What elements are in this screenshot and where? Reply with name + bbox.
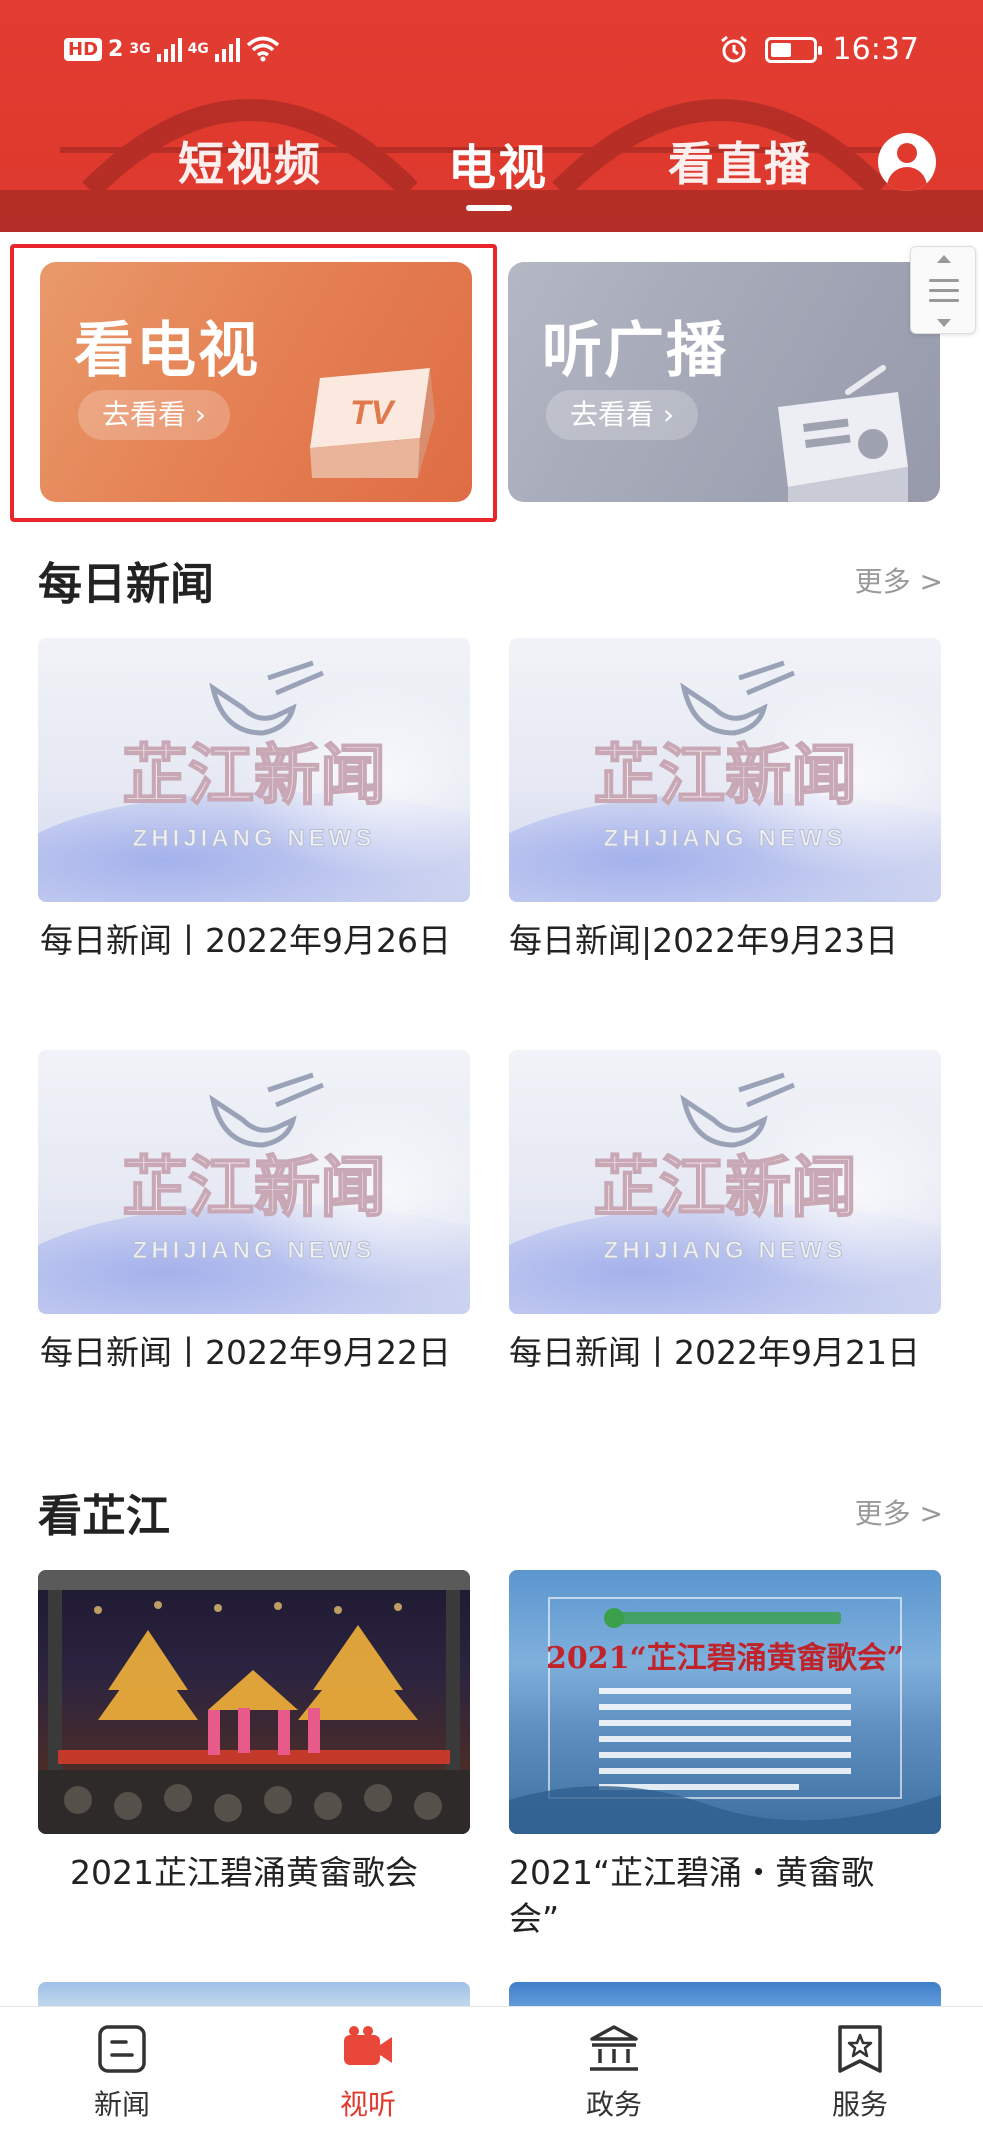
zhijiang-news-logo: 芷江新闻 ZHIJIANG NEWS <box>121 1072 387 1265</box>
zhijiang-more-link[interactable]: 更多 > <box>855 1492 943 1532</box>
news-caption[interactable]: 每日新闻|2022年9月23日 <box>509 918 909 964</box>
nav-news[interactable]: 新闻 <box>22 2007 222 2129</box>
poster-title: 2021“芷江碧涌黄畲歌会” <box>546 1641 904 1676</box>
svg-text:ZHIJIANG NEWS: ZHIJIANG NEWS <box>133 1237 376 1264</box>
nav-government[interactable]: 政务 <box>514 2007 714 2129</box>
tab-tv[interactable]: 电视 <box>448 128 548 198</box>
listen-radio-title: 听广播 <box>542 316 728 386</box>
tv-icon: TV <box>310 368 435 478</box>
news-thumbnail[interactable]: 芷江新闻 ZHIJIANG NEWS <box>38 638 470 902</box>
bottom-navigation: 新闻 视听 政务 服务 <box>0 2006 983 2129</box>
listen-radio-go-button[interactable]: 去看看 › <box>546 390 699 440</box>
svg-text:ZHIJIANG NEWS: ZHIJIANG NEWS <box>133 825 376 852</box>
news-thumbnail[interactable]: 芷江新闻 ZHIJIANG NEWS <box>509 638 941 902</box>
svg-text:ZHIJIANG NEWS: ZHIJIANG NEWS <box>604 1237 847 1264</box>
hd-indicator: HD <box>64 37 103 61</box>
song-festival-poster[interactable]: 2021“芷江碧涌黄畲歌会” <box>509 1570 941 1834</box>
network-3g-label: 3G <box>129 41 151 57</box>
app-header: HD 2 3G 4G 16:37 短视频 电视 看直播 <box>0 0 983 232</box>
zhijiang-section-title: 看芷江 <box>38 1491 170 1542</box>
active-tab-indicator <box>466 205 512 211</box>
status-bar: HD 2 3G 4G 16:37 <box>0 0 983 100</box>
clock-time: 16:37 <box>832 32 919 67</box>
news-icon <box>98 2025 146 2073</box>
svg-text:芷江新闻: 芷江新闻 <box>122 737 386 814</box>
nav-government-label: 政务 <box>585 2088 642 2121</box>
zhijiang-news-logo: 芷江新闻 ZHIJIANG NEWS <box>592 660 858 853</box>
user-profile-button[interactable] <box>878 133 936 191</box>
signal-icon <box>214 36 240 62</box>
svg-text:芷江新闻: 芷江新闻 <box>122 1149 386 1226</box>
user-icon <box>897 143 917 163</box>
nav-audio-video-label: 视听 <box>339 2088 396 2121</box>
watch-tv-go-button[interactable]: 去看看 › <box>78 390 231 440</box>
nav-services-label: 服务 <box>831 2088 888 2121</box>
zhijiang-caption[interactable]: 2021“芷江碧涌・黄畲歌会” <box>509 1850 909 1942</box>
news-caption[interactable]: 每日新闻丨2022年9月22日 <box>40 1330 480 1376</box>
daily-news-section-title: 每日新闻 <box>38 559 214 610</box>
sim-indicator: 2 <box>108 36 124 62</box>
zhijiang-news-logo: 芷江新闻 ZHIJIANG NEWS <box>121 660 387 853</box>
listen-radio-card[interactable]: 听广播 去看看 › <box>508 262 940 502</box>
alarm-icon <box>720 35 747 62</box>
news-thumbnail[interactable]: 芷江新闻 ZHIJIANG NEWS <box>38 1050 470 1314</box>
svg-text:芷江新闻: 芷江新闻 <box>593 1149 857 1226</box>
top-tab-bar: 短视频 电视 看直播 <box>0 128 983 208</box>
news-caption[interactable]: 每日新闻丨2022年9月26日 <box>40 918 480 964</box>
government-building-icon <box>590 2025 638 2071</box>
nav-audio-video[interactable]: 视听 <box>268 2007 468 2129</box>
battery-icon <box>764 36 822 63</box>
zhijiang-news-logo: 芷江新闻 ZHIJIANG NEWS <box>592 1072 858 1265</box>
svg-text:芷江新闻: 芷江新闻 <box>593 737 857 814</box>
news-thumbnail[interactable]: 芷江新闻 ZHIJIANG NEWS <box>509 1050 941 1314</box>
nav-services[interactable]: 服务 <box>760 2007 960 2129</box>
news-caption[interactable]: 每日新闻丨2022年9月21日 <box>509 1330 929 1376</box>
svg-text:ZHIJIANG NEWS: ZHIJIANG NEWS <box>604 825 847 852</box>
service-star-icon <box>838 2025 882 2073</box>
daily-news-more-link[interactable]: 更多 > <box>855 560 943 600</box>
nav-news-label: 新闻 <box>93 2088 150 2121</box>
song-festival-stage-photo[interactable] <box>38 1570 470 1834</box>
tab-short-video[interactable]: 短视频 <box>178 128 322 194</box>
radio-icon <box>778 365 908 502</box>
floating-scroll-handle[interactable] <box>910 246 976 334</box>
zhijiang-caption[interactable]: 2021芷江碧涌黄畲歌会 <box>70 1850 490 1896</box>
watch-tv-card[interactable]: 看电视 去看看 › TV <box>40 262 472 502</box>
network-4g-label: 4G <box>187 41 209 57</box>
tab-live[interactable]: 看直播 <box>668 128 812 194</box>
watch-tv-title: 看电视 <box>74 316 260 386</box>
signal-icon <box>156 36 182 62</box>
tv-badge-text: TV <box>350 394 397 432</box>
wifi-icon <box>246 36 279 62</box>
video-camera-icon <box>344 2026 392 2065</box>
